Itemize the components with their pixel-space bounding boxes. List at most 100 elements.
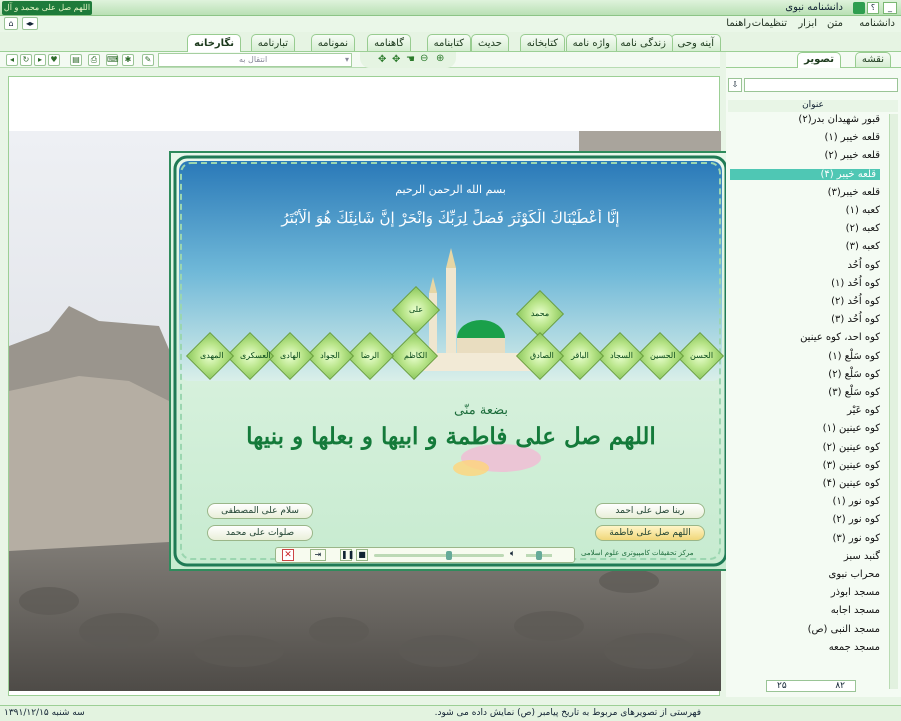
- tab-library[interactable]: کتابخانه: [519, 34, 565, 51]
- tab-biography[interactable]: زندگی نامه: [613, 34, 673, 51]
- tab-ayeneh-vahy[interactable]: آینه وحی: [670, 34, 721, 51]
- layout-icon[interactable]: ▤: [70, 54, 82, 66]
- volume-slider[interactable]: [526, 551, 552, 560]
- keyboard-icon[interactable]: ⌨: [106, 54, 119, 66]
- tab-map[interactable]: نقشه: [854, 52, 891, 67]
- list-item[interactable]: کوه اُحُد: [847, 260, 880, 271]
- scrollbar[interactable]: [889, 114, 898, 689]
- list-item[interactable]: کوه اُحُد (۳): [831, 314, 880, 325]
- pager-current: ۲۵: [777, 681, 787, 691]
- search-row: ⇩: [728, 78, 898, 94]
- list-item[interactable]: کوه اُحُد (۲): [831, 296, 880, 307]
- menu-item-tools[interactable]: ابزار: [798, 18, 817, 29]
- window-title: دانشنامه نبوی: [785, 2, 843, 13]
- menu-item-text[interactable]: متن: [827, 18, 843, 29]
- view-controls: ✥ ✥ ☚ ⊖ ⊕: [360, 52, 456, 68]
- volume-icon[interactable]: 🔈︎: [510, 549, 515, 559]
- list-item[interactable]: کوه سَلْع (۱): [828, 351, 880, 362]
- list-item[interactable]: گنبد سبز: [844, 551, 880, 562]
- progress-track[interactable]: [374, 551, 504, 560]
- basmala-text: بسم الله الرحمن الرحیم: [395, 183, 506, 196]
- print-icon[interactable]: ⎙: [88, 54, 100, 66]
- list-item[interactable]: قبور شهیدان بدر(۲): [798, 114, 880, 125]
- tab-genealogy[interactable]: تبارنامه: [250, 34, 295, 51]
- list-item[interactable]: کوه عینین (۲): [823, 442, 880, 453]
- menu-item-help[interactable]: راهنما: [726, 18, 751, 29]
- main-tabs: آینه وحی زندگی نامه واژه نامه کتابخانه ح…: [0, 32, 901, 53]
- allahumma-fatima-button[interactable]: اللهم صل علی فاطمة: [595, 525, 705, 541]
- list-item[interactable]: کوه احد، کوه عینین: [800, 332, 880, 343]
- edit-icon[interactable]: ✎: [142, 54, 154, 66]
- list-item[interactable]: کوه نور (۳): [833, 533, 880, 544]
- list-item[interactable]: مسجد جمعه: [829, 642, 880, 653]
- list-header: عنوان: [728, 100, 898, 112]
- list-item[interactable]: کوه عینین (۴): [823, 478, 880, 489]
- favorite-icon[interactable]: ♥: [48, 54, 60, 66]
- tab-bibliography[interactable]: کتابنامه: [426, 34, 471, 51]
- move-icon[interactable]: ✥: [392, 54, 400, 65]
- toolbar: ◂ ↻ ▸ ♥ ▤ ⎙ ⌨ ✱ ✎ انتقال به ▾ ✥ ✥ ☚ ⊖ ⊕: [0, 52, 720, 68]
- tab-hadith[interactable]: حدیث: [470, 34, 509, 51]
- list-item[interactable]: قلعه خیبر (۴): [730, 168, 880, 180]
- nav-back-button[interactable]: ◂▸: [22, 17, 38, 30]
- pause-icon[interactable]: ❚❚: [340, 549, 354, 561]
- back-icon[interactable]: ◂: [6, 54, 18, 66]
- title-bar: اللهم صل علی محمد و آل محمد دانشنامه نبو…: [0, 0, 901, 26]
- list-item[interactable]: مسجد اجابه: [831, 605, 880, 616]
- tab-samples[interactable]: نمونامه: [310, 34, 355, 51]
- list-item[interactable]: محراب نبوی: [829, 569, 881, 580]
- minimize-button[interactable]: _: [883, 2, 897, 14]
- list-item[interactable]: کوه عَیْر: [847, 405, 880, 416]
- list-item[interactable]: مسجد النبی (ص): [808, 624, 880, 635]
- list-item[interactable]: کوه عینین (۱): [823, 423, 880, 434]
- calligraphy-logo: اللهم صل علی محمد و آل محمد: [2, 1, 92, 26]
- panel-tab-bar: تصویر نقشه: [726, 52, 901, 68]
- list-item[interactable]: قلعه خیبر(۳): [828, 187, 880, 198]
- skip-icon[interactable]: ⇥: [310, 549, 326, 561]
- main-calligraphy: اللهم صل علی فاطمة و ابیها و بعلها و بنی…: [246, 423, 656, 450]
- zoom-out-icon[interactable]: ⊖: [420, 53, 428, 64]
- progress-thumb[interactable]: [446, 551, 452, 560]
- transfer-select[interactable]: انتقال به ▾: [158, 53, 352, 67]
- close-icon[interactable]: ✕: [282, 549, 294, 561]
- right-panel: تصویر نقشه ⇩ عنوان قبور شهیدان بدر(۲) قلع…: [726, 52, 901, 697]
- sort-icon[interactable]: ⇩: [728, 78, 742, 92]
- verse-text: إِنَّا أَعْطَيْنَاكَ الْكَوْثَرَ فَصَلِّ…: [281, 209, 620, 227]
- media-controls: ✕ ⇥ ❚❚ ■ 🔈︎: [275, 547, 575, 563]
- home-button[interactable]: ⌂: [4, 17, 18, 30]
- tab-chronicle[interactable]: گاهنامه: [367, 34, 411, 51]
- list-item[interactable]: کوه سَلْع (۳): [828, 387, 880, 398]
- search-input[interactable]: [744, 78, 898, 92]
- list-item[interactable]: کوه نور (۲): [833, 514, 880, 525]
- list-item[interactable]: کوه سَلْع (۲): [828, 369, 880, 380]
- list-item[interactable]: کوه عینین (۳): [823, 460, 880, 471]
- tools-icon[interactable]: ✱: [122, 54, 134, 66]
- list-item[interactable]: قلعه خیبر (۱): [824, 132, 880, 143]
- rabbana-ahmad-button[interactable]: ربنا صل علی احمد: [595, 503, 705, 519]
- status-date: سه شنبه ۱۳۹۱/۱۲/۱۵: [4, 708, 85, 718]
- tab-glossary[interactable]: واژه نامه: [565, 34, 617, 51]
- list-item[interactable]: مسجد ابوذر: [831, 587, 880, 598]
- menu-bar: ◂▸ ⌂ دانشنامه متن ابزار تنظیمات راهنما: [0, 16, 901, 32]
- list-item[interactable]: کوه اُحُد (۱): [831, 278, 880, 289]
- status-message: فهرستی از تصویرهای مربوط به تاریخ پیامبر…: [434, 708, 701, 718]
- salawat-muhammad-button[interactable]: صلوات علی محمد: [207, 525, 313, 541]
- salam-mustafa-button[interactable]: سلام علی المصطفی: [207, 503, 313, 519]
- list-item[interactable]: قلعه خیبر (۲): [824, 150, 880, 161]
- menu-item-settings[interactable]: تنظیمات: [752, 18, 787, 29]
- list-item[interactable]: کعبه (۳): [846, 241, 880, 252]
- menu-item-encyclopedia[interactable]: دانشنامه: [859, 18, 895, 29]
- zoom-in-icon[interactable]: ⊕: [436, 53, 444, 64]
- list-item[interactable]: کوه نور (۱): [833, 496, 880, 507]
- forward-icon[interactable]: ▸: [34, 54, 46, 66]
- tab-gallery[interactable]: نگارخانه: [187, 34, 241, 53]
- fit-icon[interactable]: ✥: [378, 54, 386, 65]
- tab-image[interactable]: تصویر: [797, 52, 841, 68]
- list-item[interactable]: کعبه (۲): [846, 223, 880, 234]
- list-item[interactable]: کعبه (۱): [846, 205, 880, 216]
- title-list: قبور شهیدان بدر(۲) قلعه خیبر (۱) قلعه خیبر…: [728, 114, 888, 689]
- stop-icon[interactable]: ■: [356, 549, 368, 561]
- refresh-icon[interactable]: ↻: [20, 54, 32, 66]
- help-button[interactable]: ؟: [867, 2, 879, 14]
- hand-icon[interactable]: ☚: [406, 54, 415, 65]
